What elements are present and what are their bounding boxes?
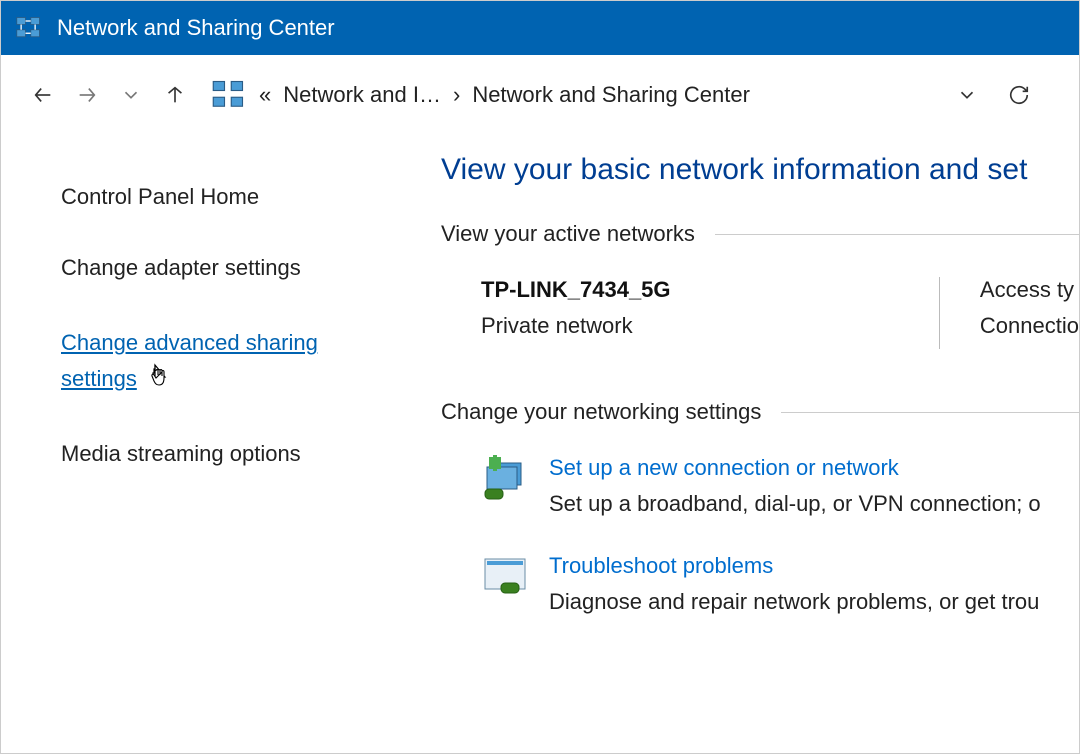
navigation-bar: « Network and I… › Network and Sharing C…	[1, 55, 1079, 135]
breadcrumb-prefix: «	[255, 82, 275, 108]
change-advanced-sharing-link[interactable]: Change advanced sharing settings	[61, 325, 381, 395]
refresh-button[interactable]	[999, 75, 1039, 115]
setup-connection-link[interactable]: Set up a new connection or network	[549, 455, 1041, 481]
titlebar: Network and Sharing Center	[1, 1, 1079, 55]
control-panel-home-link[interactable]: Control Panel Home	[61, 179, 381, 214]
setup-connection-icon	[481, 455, 529, 503]
divider-line	[781, 412, 1079, 413]
network-type: Private network	[481, 313, 671, 339]
address-bar[interactable]: « Network and I… › Network and Sharing C…	[211, 73, 931, 117]
vertical-divider	[939, 277, 940, 349]
network-center-icon	[211, 77, 247, 113]
chevron-right-icon[interactable]: ›	[449, 82, 464, 108]
connections-label: Connectio	[980, 313, 1079, 339]
network-name: TP-LINK_7434_5G	[481, 277, 671, 303]
main-content: View your basic network information and …	[441, 135, 1079, 753]
troubleshoot-icon	[481, 553, 529, 601]
sidebar: Control Panel Home Change adapter settin…	[1, 135, 441, 753]
troubleshoot-row: Troubleshoot problems Diagnose and repai…	[441, 553, 1079, 615]
forward-button[interactable]	[65, 73, 109, 117]
back-button[interactable]	[21, 73, 65, 117]
breadcrumb-sharing-center[interactable]: Network and Sharing Center	[472, 82, 750, 108]
window-title: Network and Sharing Center	[57, 15, 335, 41]
address-dropdown[interactable]	[947, 75, 987, 115]
recent-dropdown[interactable]	[109, 73, 153, 117]
active-networks-header: View your active networks	[441, 221, 1079, 247]
breadcrumb-network-internet[interactable]: Network and I…	[283, 82, 441, 108]
change-settings-header: Change your networking settings	[441, 399, 1079, 425]
up-button[interactable]	[153, 73, 197, 117]
troubleshoot-desc: Diagnose and repair network problems, or…	[549, 589, 1039, 615]
setup-connection-desc: Set up a broadband, dial-up, or VPN conn…	[549, 491, 1041, 517]
access-type-label: Access ty	[980, 277, 1079, 303]
active-network-row: TP-LINK_7434_5G Private network Access t…	[441, 277, 1079, 349]
active-networks-label: View your active networks	[441, 221, 695, 247]
setup-connection-row: Set up a new connection or network Set u…	[441, 455, 1079, 517]
change-adapter-settings-link[interactable]: Change adapter settings	[61, 250, 381, 285]
media-streaming-link[interactable]: Media streaming options	[61, 436, 381, 471]
network-center-icon	[15, 14, 43, 42]
troubleshoot-link[interactable]: Troubleshoot problems	[549, 553, 1039, 579]
page-heading: View your basic network information and …	[441, 153, 1079, 187]
divider-line	[715, 234, 1079, 235]
change-settings-label: Change your networking settings	[441, 399, 761, 425]
